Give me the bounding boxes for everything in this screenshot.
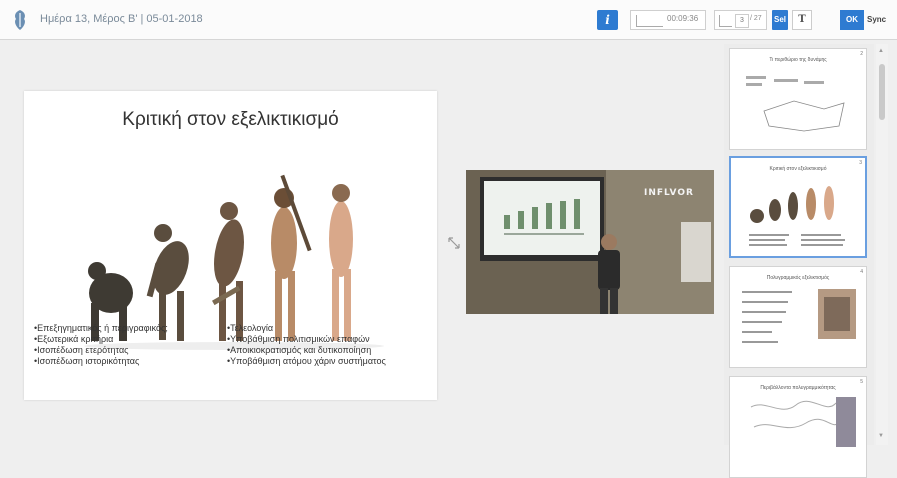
- bullet-list-left: •Επεξηγηματικός ή περιγραφικός; •Εξωτερι…: [34, 323, 168, 367]
- app-logo-icon: [15, 10, 25, 30]
- video-watermark: INFLVOR: [644, 188, 694, 198]
- slide-thumbnail-selected[interactable]: 3 Κριτική στον εξελικτικισμό: [729, 156, 867, 258]
- thumbnail-map-image: [746, 76, 845, 132]
- bullet-item: •Τελεολογία: [227, 323, 274, 333]
- lecture-title: Ημέρα 13, Μέρος Β' | 05-01-2018: [40, 13, 203, 25]
- top-toolbar: Ημέρα 13, Μέρος Β' | 05-01-2018 i 00:09:…: [0, 0, 897, 40]
- slide-thumbnail[interactable]: 5 Περιβάλλοντα πολυγραμμικότητας: [729, 376, 867, 478]
- video-player[interactable]: INFLVOR: [466, 170, 714, 314]
- evolution-illustration: [84, 174, 384, 350]
- scroll-down-icon[interactable]: ▼: [878, 433, 884, 439]
- resize-icon[interactable]: [447, 236, 461, 250]
- thumbnail-text-image: [742, 289, 856, 343]
- timeline-icon: [636, 15, 663, 27]
- bullet-list-right: •Τελεολογία •Υποβάθμιση πολιτισμικών επα…: [227, 323, 386, 367]
- thumbnail-evolution-image: [749, 186, 845, 246]
- thumbnail-sketch-image: [750, 397, 856, 447]
- bullet-item: •Επεξηγηματικός ή περιγραφικός;: [34, 323, 168, 333]
- page-navigator[interactable]: 3 / 27: [714, 10, 767, 30]
- info-button[interactable]: i: [597, 10, 618, 30]
- slide-thumbnail[interactable]: 2 Τι περιθώριο της δυνάμης: [729, 48, 867, 150]
- bullet-item: •Ισοπέδωση ιστορικότητας: [34, 356, 140, 366]
- bullet-item: •Ισοπέδωση ετερότητας: [34, 345, 129, 355]
- thumbnail-scrollbar[interactable]: ▲ ▼: [876, 44, 888, 445]
- time-display[interactable]: 00:09:36: [630, 10, 706, 30]
- bullet-item: •Εξωτερικά κριτήρια: [34, 334, 114, 344]
- slide-title: Κριτική στον εξελικτικισμό: [122, 109, 339, 130]
- time-value: 00:09:36: [667, 14, 699, 23]
- page-input[interactable]: 3: [735, 14, 749, 28]
- page-total: / 27: [750, 15, 762, 22]
- whiteboard: [681, 222, 711, 282]
- bullet-item: •Υποβάθμιση πολιτισμικών επαφών: [227, 334, 370, 344]
- select-button[interactable]: Sel: [772, 10, 788, 30]
- slide-thumbnail[interactable]: 4 Πολυγραμμικός εξελικτισμός: [729, 266, 867, 368]
- bullet-item: •Υποβάθμιση ατόμου χάριν συστήματος: [227, 356, 386, 366]
- bullet-item: •Αποικιοκρατισμός και δυτικοποίηση: [227, 345, 372, 355]
- scroll-up-icon[interactable]: ▲: [878, 48, 884, 54]
- scrollbar-thumb[interactable]: [879, 64, 885, 120]
- slide-icon: [719, 15, 732, 27]
- text-button[interactable]: T: [792, 10, 812, 30]
- slide-thumbnails-panel: 2 Τι περιθώριο της δυνάμης 3 Κριτική στο…: [724, 44, 874, 478]
- lecture-screen: [480, 177, 604, 261]
- main-slide: Κριτική στον εξελικτικισμό •Επεξηγηματικ…: [24, 91, 437, 400]
- sync-label[interactable]: Sync: [867, 15, 886, 24]
- presenter: [598, 234, 620, 314]
- ok-button[interactable]: OK: [840, 10, 864, 30]
